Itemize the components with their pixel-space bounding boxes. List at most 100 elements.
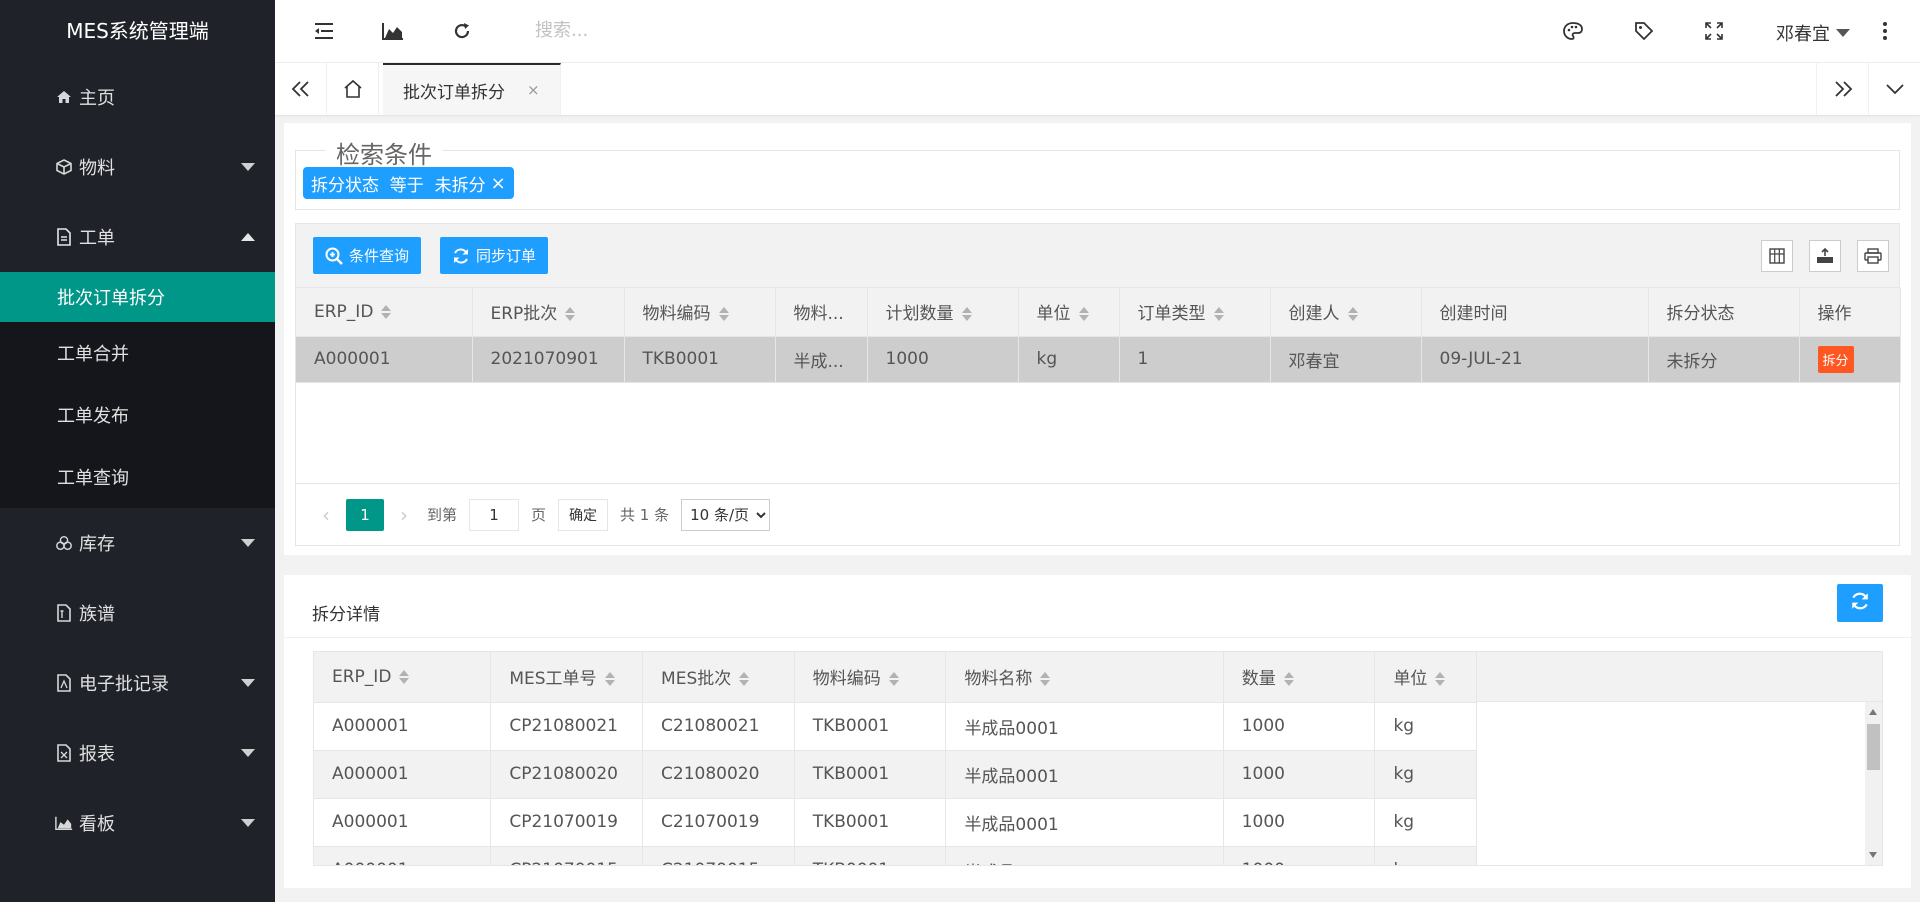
- sidebar-item-material[interactable]: 物料: [0, 132, 275, 202]
- filter-chip[interactable]: 拆分状态 等于 未拆分 ×: [303, 167, 514, 199]
- table-cell: 半成品0001: [945, 702, 1224, 751]
- column-header[interactable]: ERP_ID: [296, 288, 473, 337]
- column-header[interactable]: 创建时间: [1421, 288, 1649, 337]
- table-row[interactable]: A000001 CP21070015 C21070015 TKB0001 半成品…: [314, 846, 1477, 865]
- split-detail-panel: 拆分详情 ERP_ID MES工单号 MES批次 物料编码 物料名称 数量 单位: [284, 575, 1911, 888]
- area-chart-icon[interactable]: [380, 18, 406, 44]
- column-header[interactable]: 订单类型: [1119, 288, 1271, 337]
- sort-icon[interactable]: [1347, 307, 1358, 322]
- sidebar-subitem-batch-split[interactable]: 批次订单拆分: [0, 272, 275, 322]
- column-header[interactable]: 创建人: [1270, 288, 1422, 337]
- home-tab-icon[interactable]: [327, 63, 379, 115]
- column-header[interactable]: 拆分状态: [1648, 288, 1800, 337]
- column-header[interactable]: MES工单号: [490, 652, 644, 703]
- sort-icon[interactable]: [1078, 307, 1089, 322]
- scroll-up-icon[interactable]: [1869, 709, 1877, 715]
- table-cell: TKB0001: [794, 798, 947, 847]
- sort-icon[interactable]: [381, 304, 392, 319]
- refresh-icon[interactable]: [449, 18, 475, 44]
- sort-icon[interactable]: [1283, 672, 1294, 687]
- search-conditions: 检索条件 拆分状态 等于 未拆分 ×: [295, 135, 1900, 210]
- order-panel: 检索条件 拆分状态 等于 未拆分 × 条件查询 同步订单 ERP_ID ERP批…: [284, 123, 1911, 555]
- table-row[interactable]: A000001 CP21080020 C21080020 TKB0001 半成品…: [314, 750, 1477, 799]
- close-icon[interactable]: ×: [491, 173, 506, 194]
- fullscreen-icon[interactable]: [1701, 18, 1727, 44]
- sort-icon[interactable]: [604, 672, 615, 687]
- column-header[interactable]: 物料编码: [624, 288, 776, 337]
- sidebar-subitem-publish[interactable]: 工单发布: [0, 384, 275, 446]
- column-header[interactable]: 物料编码: [794, 652, 947, 703]
- table-cell: kg: [1018, 336, 1120, 383]
- sort-icon[interactable]: [718, 307, 729, 322]
- columns-filter-icon[interactable]: [1761, 240, 1793, 272]
- print-icon[interactable]: [1857, 240, 1889, 272]
- table-row[interactable]: A000001 CP21070019 C21070019 TKB0001 半成品…: [314, 798, 1477, 847]
- column-header[interactable]: 物料名称: [945, 652, 1224, 703]
- tab-scroll-right-icon[interactable]: [1816, 63, 1868, 115]
- sidebar-item-workorder[interactable]: 工单: [0, 202, 275, 272]
- sidebar-item-label: 电子批记录: [79, 674, 169, 695]
- column-header[interactable]: 数量: [1223, 652, 1376, 703]
- sort-icon[interactable]: [565, 307, 576, 322]
- column-header[interactable]: MES批次: [642, 652, 795, 703]
- column-header[interactable]: 物料...: [775, 288, 868, 337]
- sort-icon[interactable]: [1040, 672, 1051, 687]
- tab-batch-split[interactable]: 批次订单拆分 ×: [383, 63, 561, 115]
- tab-menu-chevron-down-icon[interactable]: [1868, 63, 1920, 115]
- column-header[interactable]: 单位: [1374, 652, 1477, 703]
- refresh-button[interactable]: [1837, 584, 1883, 622]
- sidebar-item-ebr[interactable]: 电子批记录: [0, 648, 275, 718]
- sidebar-item-report[interactable]: 报表: [0, 718, 275, 788]
- search-input[interactable]: [535, 20, 835, 41]
- column-header[interactable]: 单位: [1018, 288, 1120, 337]
- sync-orders-button[interactable]: 同步订单: [440, 237, 549, 274]
- scroll-down-icon[interactable]: [1869, 852, 1877, 858]
- user-menu[interactable]: 邓春宜: [1776, 20, 1850, 46]
- table-cell: CP21070019: [490, 798, 644, 847]
- table-cell: A000001: [314, 798, 492, 847]
- chevron-up-icon: [241, 233, 255, 241]
- goto-page-input[interactable]: [469, 498, 520, 531]
- sidebar-item-home[interactable]: 主页: [0, 62, 275, 132]
- prev-page-icon[interactable]: ‹: [311, 503, 341, 527]
- sidebar-subitem-query[interactable]: 工单查询: [0, 446, 275, 508]
- current-page[interactable]: 1: [346, 498, 384, 531]
- sidebar-item-inventory[interactable]: 库存: [0, 508, 275, 578]
- next-page-icon[interactable]: ›: [389, 503, 419, 527]
- column-header[interactable]: 计划数量: [867, 288, 1019, 337]
- close-icon[interactable]: ×: [527, 81, 540, 99]
- table-cell: TKB0001: [794, 750, 947, 799]
- column-header[interactable]: ERP_ID: [314, 652, 492, 703]
- more-vertical-icon[interactable]: [1872, 18, 1898, 44]
- chevron-down-icon: [241, 163, 255, 171]
- column-header[interactable]: ERP批次: [472, 288, 625, 337]
- sort-icon[interactable]: [1435, 672, 1446, 687]
- sort-icon[interactable]: [1213, 307, 1224, 322]
- menu-toggle-icon[interactable]: [311, 18, 337, 44]
- sort-icon[interactable]: [739, 672, 750, 687]
- tab-label: 批次订单拆分: [403, 82, 505, 103]
- query-button[interactable]: 条件查询: [313, 237, 422, 274]
- sidebar-item-label: 工单: [79, 228, 115, 249]
- file-icon: [55, 228, 73, 246]
- sync-orders-label: 同步订单: [476, 247, 537, 265]
- page-size-select[interactable]: 10 条/页: [681, 498, 771, 531]
- file-pdf-icon: [55, 674, 73, 692]
- sidebar-subitem-merge[interactable]: 工单合并: [0, 322, 275, 384]
- confirm-button[interactable]: 确定: [558, 498, 609, 531]
- tag-icon[interactable]: [1631, 18, 1657, 44]
- sort-icon[interactable]: [888, 672, 899, 687]
- sidebar-item-label: 看板: [79, 814, 115, 835]
- sidebar-item-genealogy[interactable]: 族谱: [0, 578, 275, 648]
- split-button[interactable]: 拆分: [1817, 345, 1854, 373]
- table-row[interactable]: A000001 2021070901 TKB0001 半成... 1000 kg…: [296, 336, 1901, 383]
- table-row[interactable]: A000001 CP21080021 C21080021 TKB0001 半成品…: [314, 702, 1477, 751]
- export-icon[interactable]: [1809, 240, 1841, 272]
- vertical-scrollbar[interactable]: [1865, 702, 1882, 865]
- sort-icon[interactable]: [399, 669, 410, 684]
- palette-icon[interactable]: [1560, 18, 1586, 44]
- tab-scroll-left-icon[interactable]: [275, 63, 327, 115]
- scroll-thumb[interactable]: [1867, 724, 1880, 770]
- sort-icon[interactable]: [961, 307, 972, 322]
- sidebar-item-dashboard[interactable]: 看板: [0, 788, 275, 858]
